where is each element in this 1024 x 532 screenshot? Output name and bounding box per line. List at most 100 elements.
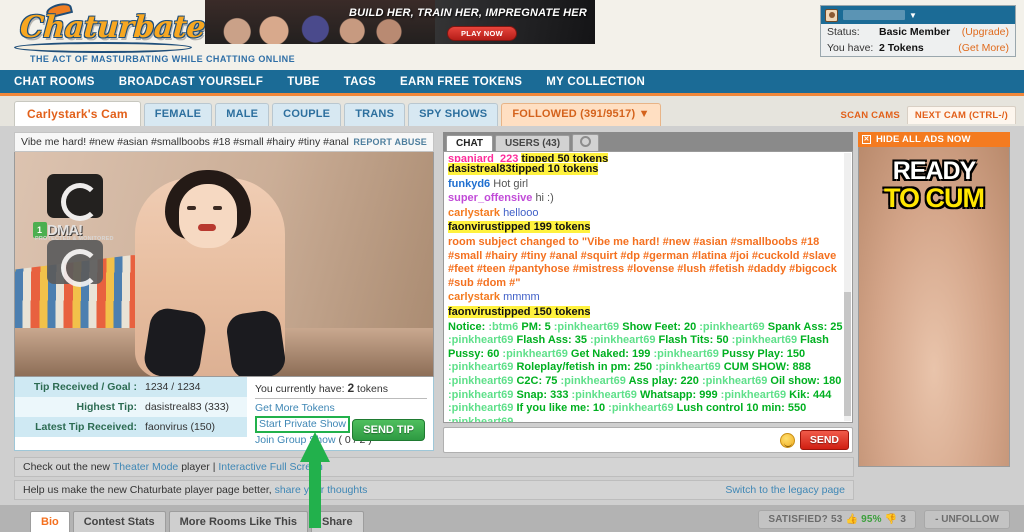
nav-chat-rooms[interactable]: CHAT ROOMS (14, 76, 95, 88)
site-logo[interactable]: Chaturbate (8, 1, 208, 54)
scan-cams-button[interactable]: SCAN CAMS (834, 107, 907, 124)
hide-ads-label: HIDE ALL ADS NOW (876, 134, 971, 145)
tip-menu-emote: :pinkheart69 (731, 334, 801, 347)
account-user-bar[interactable]: ▼ (821, 6, 1015, 24)
chat-scrollbar[interactable] (844, 153, 851, 421)
banner-play-button[interactable]: PLAY NOW (447, 26, 517, 41)
get-more-tokens-link[interactable]: Get More Tokens (255, 402, 427, 415)
main-navigation: CHAT ROOMS BROADCAST YOURSELF TUBE TAGS … (0, 70, 1024, 96)
satisfaction-rating[interactable]: SATISFIED? 53 👍 95% 👎 3 (758, 510, 917, 529)
chat-message: carlystark mmmm (448, 291, 844, 305)
nav-tube[interactable]: TUBE (287, 76, 320, 88)
tip-menu-item: Roleplay/fetish in pm: 250 (516, 361, 656, 374)
chat-username[interactable]: faonvirus (448, 221, 498, 234)
video-eye-right (213, 206, 222, 210)
chat-username[interactable]: spaniard_223 (448, 153, 518, 162)
upvote-count: 53 (830, 514, 843, 525)
tab-contest-stats[interactable]: Contest Stats (72, 511, 166, 532)
tab-followed[interactable]: FOLLOWED (391/9517) ▼ (501, 103, 661, 126)
username-redacted (843, 10, 905, 20)
video-player[interactable]: DM A! PROTECTED & MONITORED ⁞ (14, 152, 434, 377)
tab-spy-shows[interactable]: SPY SHOWS (408, 103, 499, 126)
thumbs-down-icon[interactable]: 👎 (885, 514, 898, 525)
gear-icon (580, 136, 592, 147)
tab-male[interactable]: MALE (215, 103, 270, 126)
satisfaction-percent: 95% (861, 514, 882, 525)
video-stocking-right (224, 308, 288, 376)
chat-message: faonvirustipped 199 tokens (448, 221, 844, 235)
site-tagline: THE ACT OF MASTURBATING WHILE CHATTING O… (30, 54, 296, 64)
latest-tip-label: Latest Tip Received: (35, 421, 137, 433)
tab-couple[interactable]: COUPLE (272, 103, 342, 126)
chat-input-row[interactable]: SEND (443, 427, 853, 453)
share-thoughts-link[interactable]: share your thoughts (275, 484, 368, 496)
feedback-prefix: Help us make the new Chaturbate player p… (23, 484, 272, 496)
resize-handle[interactable]: ⁞ (429, 260, 433, 276)
chat-message: dasistreal83tipped 10 tokens (448, 163, 844, 177)
nav-my-collection[interactable]: MY COLLECTION (546, 76, 645, 88)
latest-tip-value: faonvirus (150) (145, 421, 216, 433)
tip-menu-item: Flash Tits: 50 (658, 334, 732, 347)
send-button[interactable]: SEND (799, 430, 849, 450)
tab-current-cam[interactable]: Carlystark's Cam (14, 101, 141, 126)
unfollow-button[interactable]: - UNFOLLOW (924, 510, 1010, 529)
upgrade-link[interactable]: (Upgrade) (962, 26, 1009, 38)
banner-ad[interactable]: BUILD HER, TRAIN HER, IMPREGNATE HER PLA… (205, 0, 595, 44)
chat-text: hi :) (535, 192, 554, 205)
chat-username[interactable]: funkyd6 (448, 178, 490, 190)
nav-broadcast-yourself[interactable]: BROADCAST YOURSELF (119, 76, 263, 88)
legacy-page-link[interactable]: Switch to the legacy page (725, 484, 845, 496)
chat-text: hellooo (503, 206, 539, 219)
tip-menu-emote: :pinkheart69 (720, 388, 790, 401)
tab-share[interactable]: Share (311, 511, 364, 532)
tab-more-rooms[interactable]: More Rooms Like This (168, 511, 308, 532)
interactive-fullscreen-link[interactable]: Interactive Full Screen (218, 461, 322, 473)
tip-menu-item: Snap: 333 (516, 388, 572, 401)
sidebar-ad[interactable]: READY TO CUM (858, 147, 1010, 467)
report-abuse-link[interactable]: REPORT ABUSE (353, 137, 427, 147)
hide-ads-bar[interactable]: ✕ HIDE ALL ADS NOW (858, 132, 1010, 147)
tab-users[interactable]: USERS (43) (495, 135, 571, 151)
footer-links: Check out the new Theater Mode player | … (14, 457, 854, 500)
chat-username[interactable]: super_offensive (448, 192, 532, 204)
close-icon[interactable]: ✕ (862, 135, 871, 144)
account-tokens-row: You have: 2 Tokens (Get More) (821, 40, 1015, 56)
status-label: Status: (827, 26, 860, 38)
tip-menu-emote: :pinkheart69 (590, 334, 659, 347)
tab-chat[interactable]: CHAT (446, 135, 494, 151)
tip-menu-item: Oil show: 180 (770, 374, 842, 387)
chat-username[interactable]: dasistreal83 (448, 163, 512, 175)
feedback-row: Help us make the new Chaturbate player p… (14, 480, 854, 500)
theater-mode-link[interactable]: Theater Mode (113, 461, 178, 473)
tip-menu-emote: :pinkheart69 (653, 347, 722, 360)
tokens-value: 2 Tokens (879, 42, 924, 54)
nav-earn-free-tokens[interactable]: EARN FREE TOKENS (400, 76, 522, 88)
next-cam-button[interactable]: NEXT CAM (CTRL-/) (906, 106, 1016, 124)
video-lips (198, 224, 216, 231)
start-private-show-link[interactable]: Start Private Show (255, 416, 350, 433)
tip-row-goal: Tip Received / Goal : 1234 / 1234 (15, 377, 247, 397)
nav-tags[interactable]: TAGS (344, 76, 376, 88)
chat-username[interactable]: carlystark (448, 291, 500, 303)
tokens-label: You have: (827, 42, 874, 54)
dmca-badge-icon: DM A! PROTECTED & MONITORED (33, 174, 129, 287)
tab-bio[interactable]: Bio (30, 511, 70, 532)
tip-menu-emote: :pinkheart69 (448, 415, 514, 423)
thumbs-up-icon[interactable]: 👍 (845, 514, 858, 525)
tip-menu-item: Whatsapp: 999 (639, 388, 721, 401)
tab-trans[interactable]: TRANS (344, 103, 406, 126)
chat-settings-button[interactable] (572, 134, 600, 151)
get-more-link[interactable]: (Get More) (958, 42, 1009, 54)
chat-username[interactable]: carlystark (448, 207, 500, 219)
tab-female[interactable]: FEMALE (143, 103, 213, 126)
theater-row-prefix: Check out the new (23, 461, 110, 473)
chevron-down-icon[interactable]: ▼ (909, 11, 917, 20)
send-tip-button[interactable]: SEND TIP (352, 419, 425, 441)
tip-menu-emote: :pinkheart69 (448, 388, 517, 401)
chat-text: mmmm (503, 291, 540, 304)
chat-input[interactable] (447, 430, 780, 450)
chat-tip-text: tipped 10 tokens (511, 163, 599, 175)
chat-messages[interactable]: spaniard_223 tipped 50 tokens dasistreal… (443, 151, 853, 423)
smiley-icon[interactable] (779, 432, 795, 448)
chat-username[interactable]: faonvirus (448, 305, 498, 318)
